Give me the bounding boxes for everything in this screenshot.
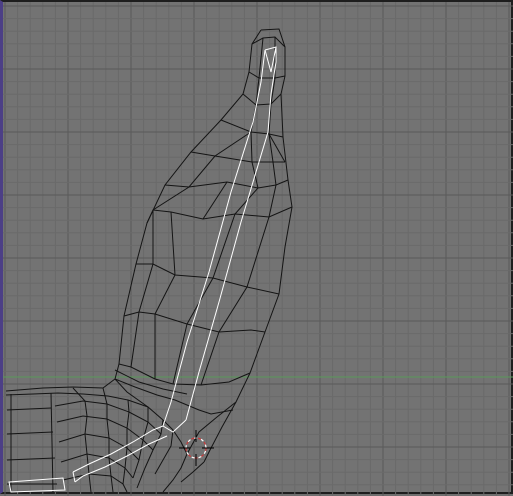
wireframe-canvas[interactable] xyxy=(3,2,513,496)
selected-bone[interactable] xyxy=(8,46,277,493)
finger-mesh-wireframe[interactable] xyxy=(5,28,293,493)
3d-viewport[interactable] xyxy=(0,0,513,496)
viewport-grid xyxy=(3,2,513,496)
